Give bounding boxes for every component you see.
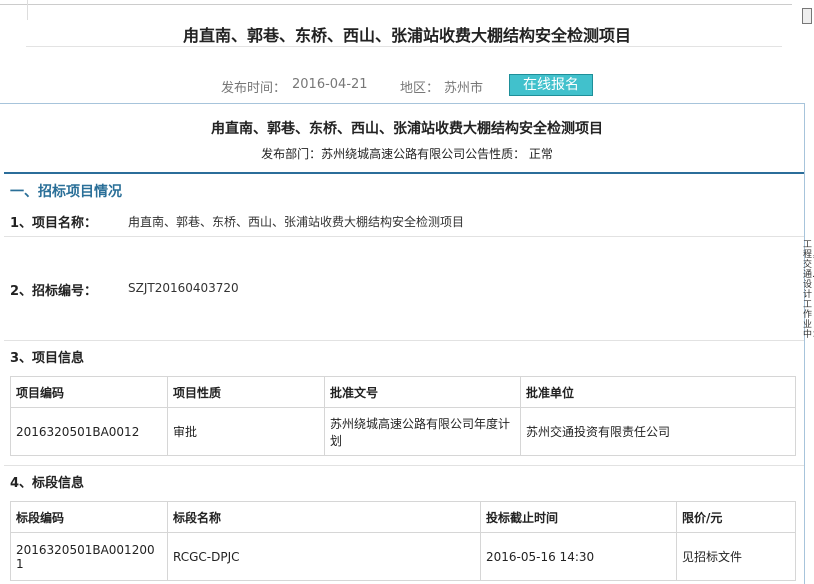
table-header-cell: 投标截止时间 bbox=[480, 501, 677, 533]
online-signup-button[interactable]: 在线报名 bbox=[509, 74, 593, 96]
section-heading: 一、招标项目情况 bbox=[10, 184, 122, 200]
table-cell: 审批 bbox=[167, 407, 325, 456]
table-header-cell: 标段编码 bbox=[10, 501, 168, 533]
table-header-cell: 批准单位 bbox=[520, 376, 796, 408]
table-header-row: 标段编码 标段名称 投标截止时间 限价/元 bbox=[10, 501, 796, 533]
table-cell: 见招标文件 bbox=[676, 532, 796, 581]
tender-number-label: 2、招标编号： bbox=[10, 284, 98, 299]
publish-meta: 发布时间： 2016-04-21 地区： 苏州市 bbox=[0, 76, 814, 96]
top-divider bbox=[27, 0, 28, 20]
notice-title: 甪直南、郭巷、东桥、西山、张浦站收费大棚结构安全检测项目 bbox=[211, 121, 603, 137]
table-cell: RCGC-DPJC bbox=[167, 532, 481, 581]
publish-label: 发布时间： bbox=[221, 81, 287, 96]
table-header-cell: 批准文号 bbox=[324, 376, 521, 408]
project-name-value: 甪直南、郭巷、东桥、西山、张浦站收费大棚结构安全检测项目 bbox=[128, 215, 465, 229]
row-divider bbox=[4, 465, 804, 466]
region-value: 苏州市 bbox=[444, 81, 484, 96]
title-divider bbox=[26, 46, 782, 47]
side-vertical-text: 工程，交通…设计工作业中： bbox=[803, 240, 814, 340]
region-label: 地区： bbox=[400, 81, 440, 96]
tender-number-value: SZJT20160403720 bbox=[128, 281, 239, 295]
table-header-cell: 项目编码 bbox=[10, 376, 168, 408]
lot-info-table: 标段编码 标段名称 投标截止时间 限价/元 2016320501BA001200… bbox=[10, 501, 796, 581]
section-divider bbox=[4, 172, 804, 174]
table-cell: 2016-05-16 14:30 bbox=[480, 532, 677, 581]
table-cell: 2016320501BA0012001 bbox=[10, 532, 168, 581]
project-name-label: 1、项目名称： bbox=[10, 216, 98, 231]
top-rule bbox=[0, 4, 792, 5]
table-cell: 苏州绕城高速公路有限公司年度计划 bbox=[324, 407, 521, 456]
publish-date: 2016-04-21 bbox=[292, 77, 368, 92]
project-info-label: 3、项目信息 bbox=[10, 351, 85, 366]
table-header-cell: 限价/元 bbox=[676, 501, 796, 533]
table-header-cell: 标段名称 bbox=[167, 501, 481, 533]
project-info-table: 项目编码 项目性质 批准文号 批准单位 2016320501BA0012 审批 … bbox=[10, 376, 796, 456]
department-line: 发布部门：苏州绕城高速公路有限公司公告性质： 正常 bbox=[261, 147, 553, 161]
top-border bbox=[0, 0, 814, 20]
table-row: 2016320501BA0012 审批 苏州绕城高速公路有限公司年度计划 苏州交… bbox=[10, 407, 796, 456]
table-row: 2016320501BA0012001 RCGC-DPJC 2016-05-16… bbox=[10, 532, 796, 581]
table-cell: 2016320501BA0012 bbox=[10, 407, 168, 456]
lot-info-label: 4、标段信息 bbox=[10, 476, 85, 491]
page-title: 甪直南、郭巷、东桥、西山、张浦站收费大棚结构安全检测项目 bbox=[182, 26, 631, 45]
table-cell: 苏州交通投资有限责任公司 bbox=[520, 407, 796, 456]
table-header-row: 项目编码 项目性质 批准文号 批准单位 bbox=[10, 376, 796, 408]
row-divider bbox=[4, 236, 804, 237]
table-header-cell: 项目性质 bbox=[167, 376, 325, 408]
row-divider bbox=[4, 340, 804, 341]
